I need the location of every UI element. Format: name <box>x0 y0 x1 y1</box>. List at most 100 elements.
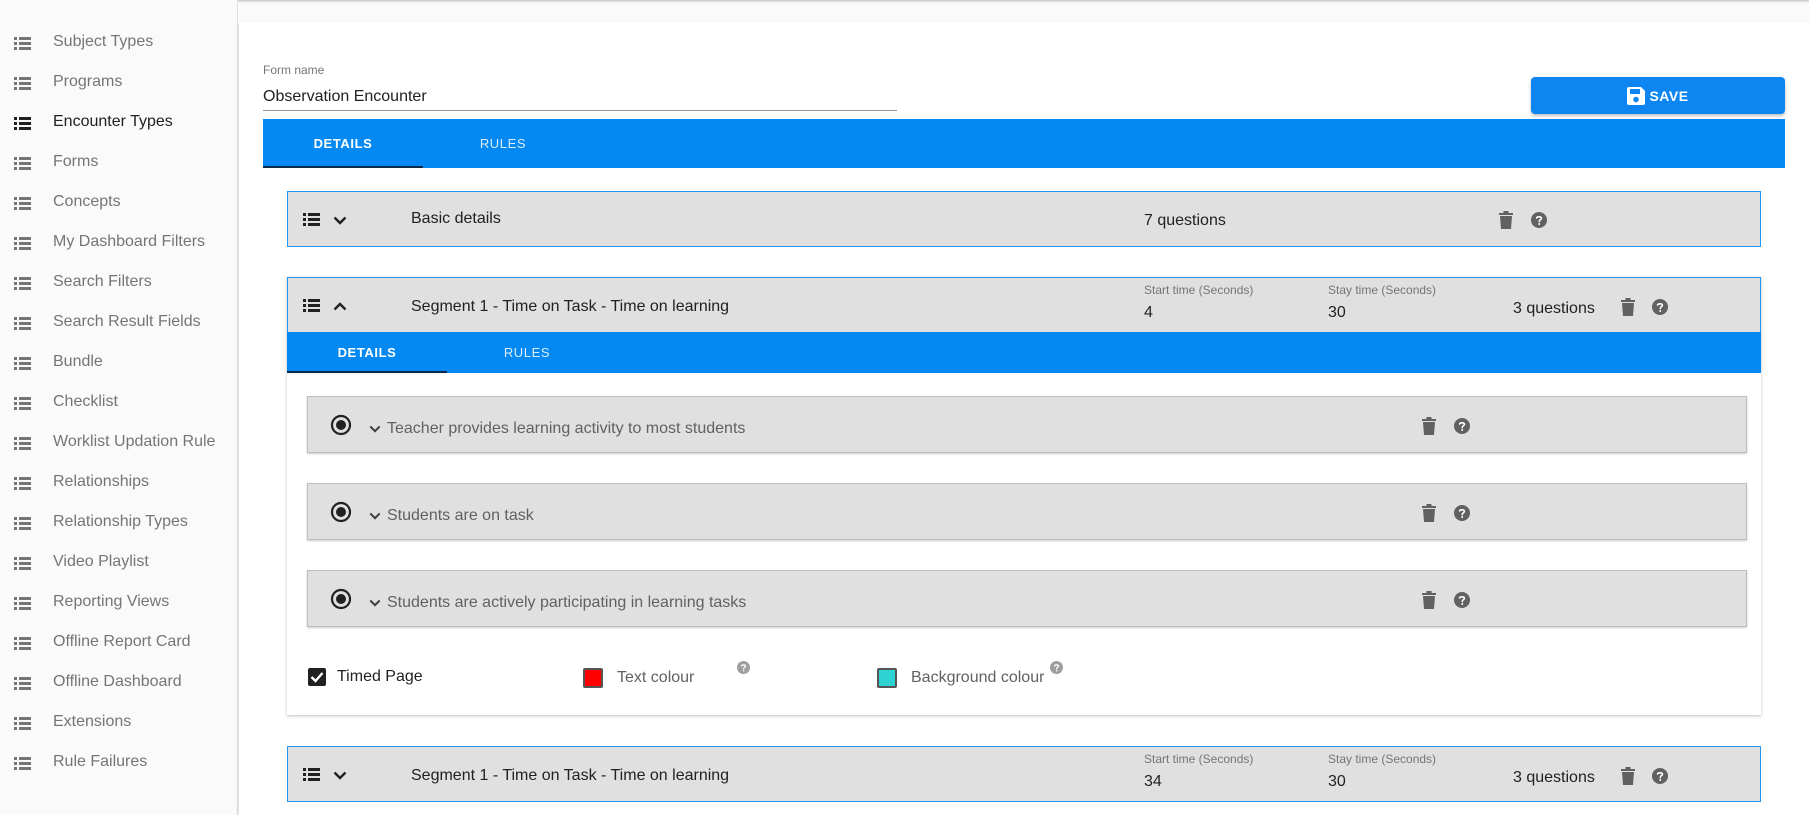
list-icon <box>14 117 31 130</box>
stay-time-label: Stay time (Seconds) <box>1328 752 1437 766</box>
drag-handle-icon[interactable] <box>303 299 320 312</box>
group-title: Basic details <box>411 210 501 227</box>
sidebar-item-label: Offline Report Card <box>53 633 191 650</box>
drag-handle-icon[interactable] <box>303 768 320 781</box>
form-name-label: Form name <box>263 63 325 77</box>
stay-time-value[interactable]: 30 <box>1328 304 1346 322</box>
list-icon <box>14 597 31 610</box>
text-colour-swatch[interactable] <box>583 668 603 688</box>
list-icon <box>14 157 31 170</box>
timed-page-checkbox[interactable] <box>308 668 326 686</box>
help-icon[interactable] <box>1050 661 1063 674</box>
save-button[interactable]: SAVE <box>1531 77 1785 114</box>
sidebar-item-offline-dashboard[interactable]: Offline Dashboard <box>0 662 237 702</box>
sidebar-item-label: Bundle <box>53 353 103 370</box>
list-icon <box>14 197 31 210</box>
sidebar-item-label: Relationship Types <box>53 513 188 530</box>
tab-indicator <box>263 166 423 168</box>
text-colour-label: Text colour <box>617 669 695 686</box>
start-time-value[interactable]: 34 <box>1144 773 1162 791</box>
chevron-down-icon[interactable] <box>333 771 347 780</box>
tab-rules[interactable]: RULES <box>423 119 583 168</box>
list-icon <box>14 637 31 650</box>
help-icon[interactable] <box>737 661 750 674</box>
delete-icon[interactable] <box>1621 767 1635 785</box>
form-editor: Form name SAVE DETAILS RULES Basic detai… <box>239 22 1809 815</box>
sidebar-item-label: Subject Types <box>53 33 154 50</box>
sidebar-item-rule-failures[interactable]: Rule Failures <box>0 742 237 782</box>
sidebar-item-reporting-views[interactable]: Reporting Views <box>0 582 237 622</box>
drag-handle-icon[interactable] <box>303 213 320 226</box>
delete-icon[interactable] <box>1621 298 1635 316</box>
sidebar-item-label: Concepts <box>53 193 121 210</box>
list-icon <box>14 277 31 290</box>
chevron-down-icon[interactable] <box>369 512 381 520</box>
sidebar-item-label: Rule Failures <box>53 753 148 770</box>
sidebar-item-label: Worklist Updation Rule <box>53 433 216 450</box>
sidebar-item-checklist[interactable]: Checklist <box>0 382 237 422</box>
question-row[interactable]: Teacher provides learning activity to mo… <box>307 396 1747 453</box>
sidebar-item-encounter-types[interactable]: Encounter Types <box>0 102 237 142</box>
timed-page-label: Timed Page <box>337 668 423 685</box>
save-icon <box>1627 87 1645 105</box>
group-header: Segment 1 - Time on Task - Time on learn… <box>287 277 1761 333</box>
sidebar-item-subject-types[interactable]: Subject Types <box>0 22 237 62</box>
sidebar-item-label: Extensions <box>53 713 132 730</box>
list-icon <box>14 237 31 250</box>
sidebar-item-video-playlist[interactable]: Video Playlist <box>0 542 237 582</box>
sidebar-item-search-filters[interactable]: Search Filters <box>0 262 237 302</box>
start-time-label: Start time (Seconds) <box>1144 283 1254 297</box>
sidebar-item-offline-report-card[interactable]: Offline Report Card <box>0 622 237 662</box>
form-element-group-segment-1: Segment 1 - Time on Task - Time on learn… <box>287 277 1761 715</box>
help-icon[interactable] <box>1652 299 1668 315</box>
delete-icon[interactable] <box>1422 504 1436 522</box>
question-row[interactable]: Students are actively participating in l… <box>307 570 1747 627</box>
list-icon <box>14 317 31 330</box>
background-colour-swatch[interactable] <box>877 668 897 688</box>
form-element-group-segment-2: Segment 1 - Time on Task - Time on learn… <box>287 746 1761 802</box>
list-icon <box>14 757 31 770</box>
list-icon <box>14 37 31 50</box>
delete-icon[interactable] <box>1422 591 1436 609</box>
sidebar-item-relationships[interactable]: Relationships <box>0 462 237 502</box>
sidebar-item-label: Video Playlist <box>53 553 149 570</box>
chevron-up-icon[interactable] <box>333 302 347 311</box>
group-tab-rules[interactable]: RULES <box>447 332 607 373</box>
list-icon <box>14 477 31 490</box>
sidebar-item-worklist-updation-rule[interactable]: Worklist Updation Rule <box>0 422 237 462</box>
question-label: Teacher provides learning activity to mo… <box>387 420 746 437</box>
chevron-down-icon[interactable] <box>369 425 381 433</box>
sidebar-item-forms[interactable]: Forms <box>0 142 237 182</box>
stay-time-value[interactable]: 30 <box>1328 773 1346 791</box>
form-name-input[interactable] <box>263 83 897 111</box>
sidebar-item-programs[interactable]: Programs <box>0 62 237 102</box>
delete-icon[interactable] <box>1422 417 1436 435</box>
sidebar-item-label: Reporting Views <box>53 593 170 610</box>
group-tabs: DETAILS RULES <box>287 332 1761 373</box>
radio-icon <box>330 588 352 610</box>
help-icon[interactable] <box>1454 505 1470 521</box>
sidebar-item-bundle[interactable]: Bundle <box>0 342 237 382</box>
start-time-value[interactable]: 4 <box>1144 304 1153 322</box>
sidebar-item-label: Relationships <box>53 473 150 490</box>
help-icon[interactable] <box>1454 418 1470 434</box>
tab-details[interactable]: DETAILS <box>263 119 423 168</box>
question-row[interactable]: Students are on task <box>307 483 1747 540</box>
chevron-down-icon[interactable] <box>369 599 381 607</box>
help-icon[interactable] <box>1652 768 1668 784</box>
help-icon[interactable] <box>1454 592 1470 608</box>
help-icon[interactable] <box>1531 212 1547 228</box>
sidebar-item-search-result-fields[interactable]: Search Result Fields <box>0 302 237 342</box>
sidebar-item-my-dashboard-filters[interactable]: My Dashboard Filters <box>0 222 237 262</box>
group-tab-details[interactable]: DETAILS <box>287 332 447 373</box>
sidebar-item-concepts[interactable]: Concepts <box>0 182 237 222</box>
group-title: Segment 1 - Time on Task - Time on learn… <box>411 298 730 315</box>
group-tab-indicator <box>287 371 447 373</box>
sidebar-item-extensions[interactable]: Extensions <box>0 702 237 742</box>
list-icon <box>14 717 31 730</box>
form-element-group-basic-details: Basic details 7 questions <box>287 191 1761 247</box>
tab-details-label: DETAILS <box>313 136 373 151</box>
sidebar-item-relationship-types[interactable]: Relationship Types <box>0 502 237 542</box>
delete-icon[interactable] <box>1499 211 1513 229</box>
chevron-down-icon[interactable] <box>333 216 347 225</box>
